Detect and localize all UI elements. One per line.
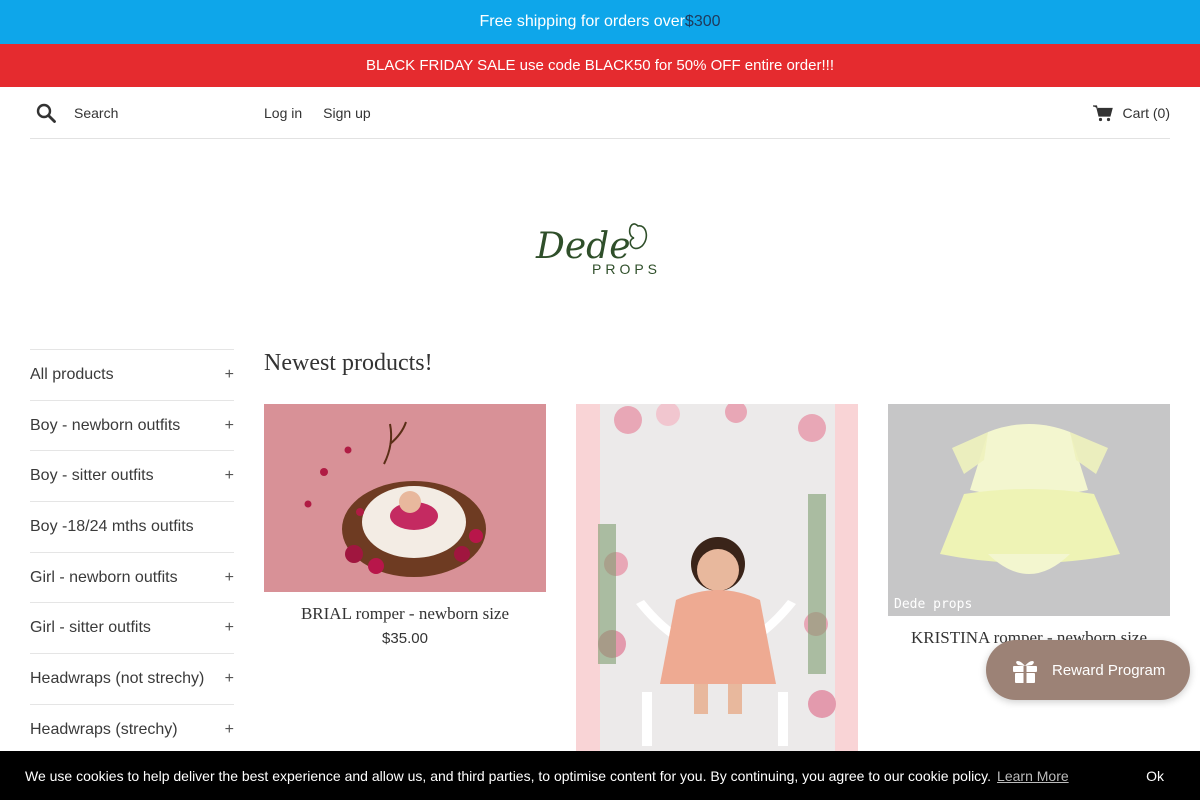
site-header: Log in Sign up Cart (0)	[30, 87, 1170, 139]
expand-icon[interactable]: +	[225, 670, 234, 688]
product-image[interactable]	[576, 404, 858, 754]
gift-icon	[1013, 660, 1037, 683]
cookie-banner: We use cookies to help deliver the best …	[0, 751, 1200, 800]
cookie-text: We use cookies to help deliver the best …	[25, 767, 992, 784]
learn-more-link[interactable]: Learn More	[997, 768, 1069, 784]
sidebar-item-label: Headwraps (strechy)	[30, 720, 178, 738]
free-shipping-amount: $300	[684, 13, 721, 30]
cart-link[interactable]: Cart (0)	[1092, 104, 1170, 122]
search-input[interactable]	[74, 104, 244, 121]
expand-icon[interactable]: +	[225, 721, 234, 739]
sidebar-item-headwraps-strechy[interactable]: Headwraps (strechy) +	[30, 703, 234, 755]
cart-label: Cart (0)	[1122, 104, 1170, 121]
product-card[interactable]: Dede props KRISTINA romper - newborn siz…	[888, 404, 1170, 654]
sidebar-item-label: Boy - newborn outfits	[30, 416, 181, 434]
expand-icon[interactable]: +	[225, 417, 234, 435]
sidebar-item-headwraps-not-strechy[interactable]: Headwraps (not strechy) +	[30, 653, 234, 704]
product-image[interactable]: Dede props	[888, 404, 1170, 616]
sale-announcement-bar: BLACK FRIDAY SALE use code BLACK50 for 5…	[0, 44, 1200, 87]
sidebar-item-label: Boy -18/24 mths outfits	[30, 517, 194, 535]
collections-sidebar: All products + Boy - newborn outfits + Boy…	[30, 349, 234, 755]
sidebar-item-girl-newborn[interactable]: Girl - newborn outfits +	[30, 551, 234, 603]
sidebar-item-label: Boy - sitter outfits	[30, 467, 154, 485]
expand-icon[interactable]: +	[225, 569, 234, 587]
logo-sub-text: PROPS	[592, 261, 661, 277]
sidebar-item-boy-newborn[interactable]: Boy - newborn outfits +	[30, 399, 234, 451]
product-price: $35.00	[382, 630, 428, 647]
sidebar-item-label: All products	[30, 365, 114, 383]
search-icon[interactable]	[36, 103, 56, 123]
section-title: Newest products!	[264, 350, 433, 376]
expand-icon[interactable]: +	[225, 619, 234, 637]
product-card[interactable]	[576, 404, 858, 766]
cookie-ok-button[interactable]: Ok	[1146, 768, 1164, 784]
watermark-text: Dede props	[894, 597, 972, 612]
free-shipping-text: Free shipping for orders over	[479, 13, 685, 30]
login-link[interactable]: Log in	[264, 105, 302, 121]
sidebar-item-boy-sitter[interactable]: Boy - sitter outfits +	[30, 450, 234, 501]
signup-link[interactable]: Sign up	[323, 105, 370, 121]
sidebar-item-boy-18-24[interactable]: Boy -18/24 mths outfits	[30, 501, 234, 552]
reward-program-label: Reward Program	[1052, 661, 1166, 679]
sidebar-item-label: Headwraps (not strechy)	[30, 669, 205, 687]
sidebar-item-all-products[interactable]: All products +	[30, 349, 234, 400]
sale-announcement-text: BLACK FRIDAY SALE use code BLACK50 for 5…	[366, 57, 834, 74]
product-name[interactable]: BRIAL romper - newborn size	[264, 604, 546, 624]
sidebar-item-label: Girl - sitter outfits	[30, 619, 151, 637]
free-shipping-bar: Free shipping for orders over $300	[0, 0, 1200, 44]
site-logo[interactable]: Dede PROPS	[530, 212, 670, 284]
expand-icon[interactable]: +	[225, 467, 234, 485]
cart-icon	[1092, 104, 1113, 121]
reward-program-button[interactable]: Reward Program	[986, 640, 1190, 700]
sidebar-item-label: Girl - newborn outfits	[30, 568, 178, 586]
product-image[interactable]	[264, 404, 546, 592]
sidebar-item-girl-sitter[interactable]: Girl - sitter outfits +	[30, 602, 234, 653]
product-card[interactable]: BRIAL romper - newborn size $35.00	[264, 404, 546, 647]
expand-icon[interactable]: +	[225, 366, 234, 384]
